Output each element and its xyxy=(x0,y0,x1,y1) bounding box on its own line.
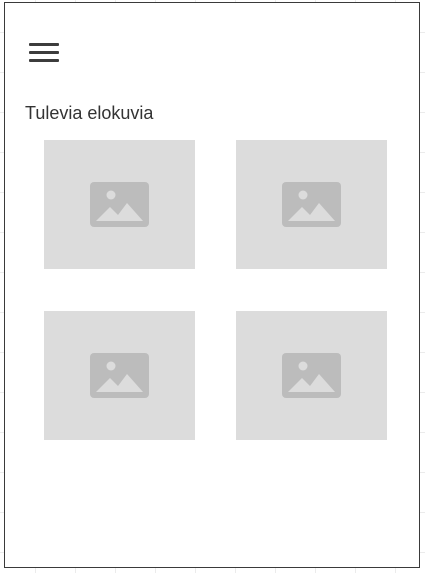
menu-bar-top xyxy=(29,43,59,46)
movie-poster-2[interactable] xyxy=(236,140,387,269)
movie-poster-4[interactable] xyxy=(236,311,387,440)
image-placeholder-icon xyxy=(90,182,149,227)
menu-bar-middle xyxy=(29,51,59,54)
image-placeholder-icon xyxy=(282,353,341,398)
hamburger-menu-icon[interactable] xyxy=(29,43,61,65)
movie-poster-1[interactable] xyxy=(44,140,195,269)
phone-frame: Tulevia elokuvia xyxy=(4,2,420,568)
movie-poster-3[interactable] xyxy=(44,311,195,440)
image-placeholder-icon xyxy=(90,353,149,398)
image-placeholder-icon xyxy=(282,182,341,227)
menu-bar-bottom xyxy=(29,59,59,62)
section-title: Tulevia elokuvia xyxy=(25,103,154,123)
